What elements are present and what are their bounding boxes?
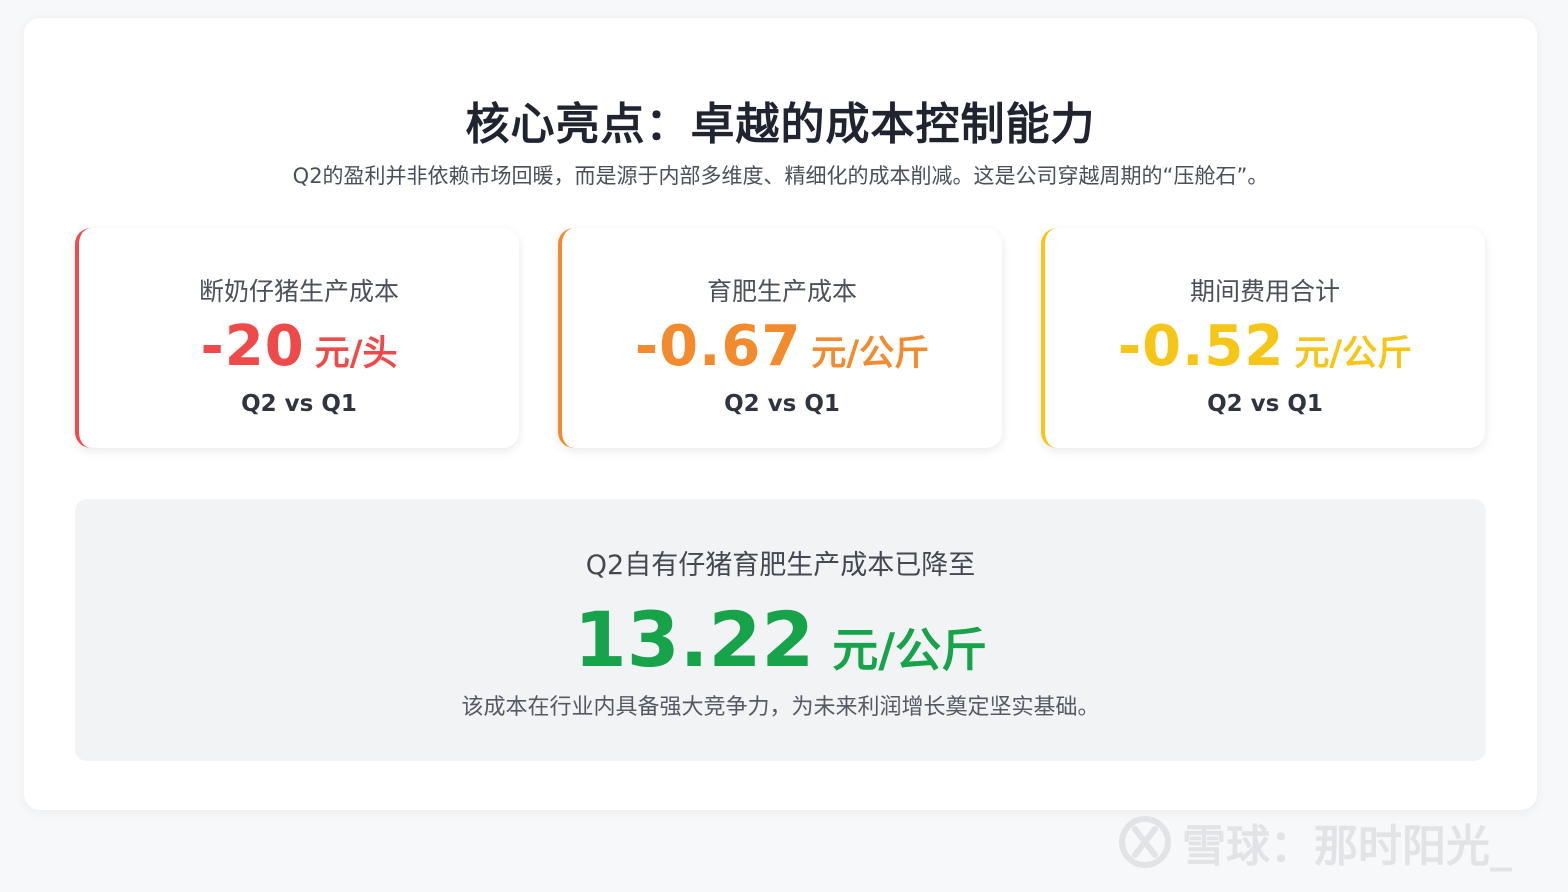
summary-panel: Q2自有仔猪育肥生产成本已降至 13.22 元/公斤 该成本在行业内具备强大竞争力… xyxy=(75,499,1486,761)
xueqiu-logo-icon xyxy=(1119,816,1171,868)
summary-number: 13.22 xyxy=(573,595,815,684)
metric-compare: Q2 vs Q1 xyxy=(724,391,840,417)
metric-label: 断奶仔猪生产成本 xyxy=(198,277,399,306)
metric-card-fattening-cost: 育肥生产成本 -0.67 元/公斤 Q2 vs Q1 xyxy=(558,228,1002,448)
metric-compare: Q2 vs Q1 xyxy=(1207,391,1323,417)
metric-value: -0.67 元/公斤 xyxy=(562,314,1002,379)
metric-number: -0.52 xyxy=(1117,314,1285,379)
metric-number: -0.67 xyxy=(634,314,802,379)
metric-card-period-expenses: 期间费用合计 -0.52 元/公斤 Q2 vs Q1 xyxy=(1041,228,1485,448)
page-title: 核心亮点：卓越的成本控制能力 xyxy=(465,99,1096,150)
metric-value: -20 元/头 xyxy=(79,314,519,379)
metric-label: 期间费用合计 xyxy=(1189,277,1340,306)
metric-compare: Q2 vs Q1 xyxy=(241,391,357,417)
metric-unit: 元/公斤 xyxy=(1294,334,1413,374)
summary-note: 该成本在行业内具备强大竞争力，为未来利润增长奠定坚实基础。 xyxy=(461,695,1100,720)
metric-value: -0.52 元/公斤 xyxy=(1045,314,1485,379)
page-subtitle: Q2的盈利并非依赖市场回暖，而是源于内部多维度、精细化的成本削减。这是公司穿越周… xyxy=(292,164,1269,188)
summary-unit: 元/公斤 xyxy=(832,623,988,677)
summary-value: 13.22 元/公斤 xyxy=(75,595,1486,684)
metric-card-piglet-cost: 断奶仔猪生产成本 -20 元/头 Q2 vs Q1 xyxy=(75,228,519,448)
watermark: 雪球：那时阳光_ xyxy=(1118,812,1512,872)
summary-label: Q2自有仔猪育肥生产成本已降至 xyxy=(585,550,976,581)
watermark-text: 雪球：那时阳光_ xyxy=(1182,821,1512,872)
metric-number: -20 xyxy=(200,314,305,379)
metric-unit: 元/公斤 xyxy=(811,334,930,374)
highlight-card: 核心亮点：卓越的成本控制能力 Q2的盈利并非依赖市场回暖，而是源于内部多维度、精… xyxy=(24,18,1537,810)
metric-unit: 元/头 xyxy=(314,334,398,374)
metric-label: 育肥生产成本 xyxy=(706,277,857,306)
